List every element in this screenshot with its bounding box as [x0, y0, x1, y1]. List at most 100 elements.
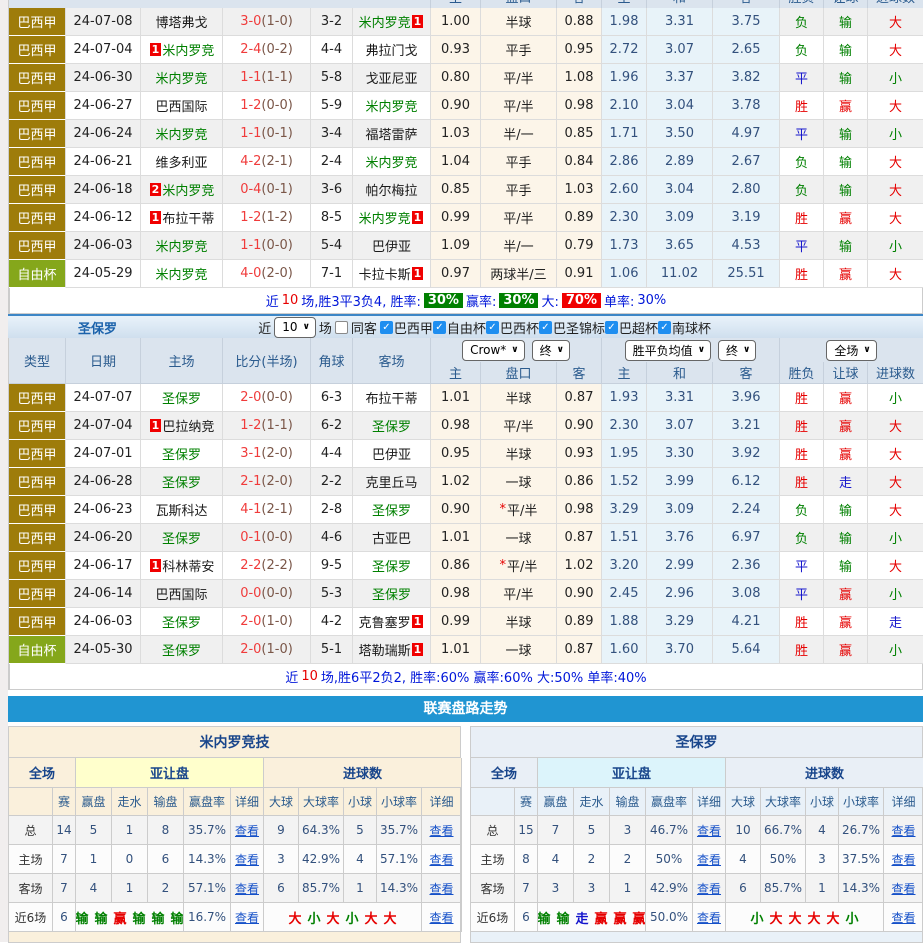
match-date: 24-06-12 — [66, 204, 141, 232]
league-type[interactable]: 巴西甲 — [9, 176, 66, 204]
stat-row: 客场 7 3 3 1 42.9% 查看 6 85.7% 1 14.3% 查看 — [471, 874, 923, 903]
team-name[interactable]: 圣保罗 — [162, 640, 201, 659]
team-name[interactable]: 弗拉门戈 — [365, 40, 417, 59]
team-name[interactable]: 巴拉纳竞 — [162, 416, 214, 435]
recent-count-select[interactable]: 10 ∨ — [274, 316, 316, 338]
team-name[interactable]: 布拉干蒂 — [162, 208, 214, 227]
detail-link[interactable]: 查看 — [891, 851, 915, 868]
final-odds-select-2[interactable]: 终 ∨ — [718, 339, 757, 361]
team-name[interactable]: 克鲁塞罗 — [359, 612, 411, 631]
detail-link[interactable]: 查看 — [697, 822, 721, 839]
detail-link[interactable]: 查看 — [235, 851, 259, 868]
team-name[interactable]: 巴西国际 — [155, 96, 207, 115]
team-name[interactable]: 科林蒂安 — [162, 556, 214, 575]
league-type[interactable]: 巴西甲 — [9, 496, 66, 524]
league-checkbox-checked[interactable]: ✓ — [538, 320, 552, 334]
team-name[interactable]: 圣保罗 — [162, 612, 201, 631]
team-name[interactable]: 塔勒瑞斯 — [359, 640, 411, 659]
team-name[interactable]: 米内罗竞 — [359, 12, 411, 31]
league-checkbox-checked[interactable]: ✓ — [485, 320, 499, 334]
league-type[interactable]: 巴西甲 — [9, 580, 66, 608]
team-name[interactable]: 福塔雷萨 — [365, 124, 417, 143]
detail-link[interactable]: 查看 — [891, 880, 915, 897]
stat-handicap-win-rate: 46.7% — [646, 816, 693, 845]
scope-select[interactable]: 全场 ∨ — [826, 339, 877, 361]
team-name[interactable]: 米内罗竞 — [155, 68, 207, 87]
league-type[interactable]: 巴西甲 — [9, 412, 66, 440]
team-name[interactable]: 米内罗竞 — [155, 124, 207, 143]
team-name[interactable]: 圣保罗 — [162, 444, 201, 463]
team-name[interactable]: 巴伊亚 — [372, 444, 411, 463]
company-select[interactable]: Crow* ∨ — [462, 339, 525, 361]
group-goals: 进球数 — [264, 758, 462, 788]
team-name[interactable]: 米内罗竞 — [155, 236, 207, 255]
team-name[interactable]: 戈亚尼亚 — [365, 68, 417, 87]
stat-handicap-win: 1 — [76, 845, 112, 874]
odds-home-win: 1.88 — [602, 608, 647, 636]
league-checkbox-checked[interactable]: ✓ — [379, 320, 393, 334]
average-odds-select[interactable]: 胜平负均值 ∨ — [624, 339, 711, 361]
detail-link[interactable]: 查看 — [235, 880, 259, 897]
team-name[interactable]: 圣保罗 — [162, 528, 201, 547]
league-type[interactable]: 巴西甲 — [9, 204, 66, 232]
team-name[interactable]: 米内罗竞 — [155, 264, 207, 283]
league-type[interactable]: 巴西甲 — [9, 64, 66, 92]
team-name[interactable]: 圣保罗 — [372, 500, 411, 519]
team-name[interactable]: 圣保罗 — [162, 472, 201, 491]
league-type[interactable]: 巴西甲 — [9, 440, 66, 468]
team-name[interactable]: 圣保罗 — [372, 556, 411, 575]
team-name[interactable]: 巴伊亚 — [372, 236, 411, 255]
detail-link[interactable]: 查看 — [697, 851, 721, 868]
league-type[interactable]: 自由杯 — [9, 636, 66, 664]
team-name[interactable]: 米内罗竞 — [365, 96, 417, 115]
detail-link[interactable]: 查看 — [429, 851, 453, 868]
team-name[interactable]: 博塔弗戈 — [155, 12, 207, 31]
match-date: 24-06-14 — [66, 580, 141, 608]
detail-link[interactable]: 查看 — [429, 909, 453, 926]
league-checkbox-label: 巴西杯 — [499, 321, 539, 337]
team-name[interactable]: 克里丘马 — [365, 472, 417, 491]
league-checkbox-checked[interactable]: ✓ — [604, 320, 618, 334]
team-name[interactable]: 维多利亚 — [155, 152, 207, 171]
team-name[interactable]: 帕尔梅拉 — [365, 180, 417, 199]
league-type[interactable]: 巴西甲 — [9, 148, 66, 176]
detail-link[interactable]: 查看 — [891, 822, 915, 839]
team-name[interactable]: 圣保罗 — [372, 584, 411, 603]
team-name[interactable]: 布拉干蒂 — [365, 388, 417, 407]
detail-link[interactable]: 查看 — [429, 822, 453, 839]
detail-link[interactable]: 查看 — [697, 880, 721, 897]
league-type[interactable]: 巴西甲 — [9, 384, 66, 412]
detail-link[interactable]: 查看 — [697, 909, 721, 926]
league-type[interactable]: 巴西甲 — [9, 552, 66, 580]
team-name[interactable]: 瓦斯科达 — [155, 500, 207, 519]
detail-link[interactable]: 查看 — [235, 909, 259, 926]
league-checkbox-checked[interactable]: ✓ — [432, 320, 446, 334]
odds-home-win: 3.20 — [602, 552, 647, 580]
detail-link[interactable]: 查看 — [429, 880, 453, 897]
league-checkbox-checked[interactable]: ✓ — [657, 320, 671, 334]
team-name[interactable]: 圣保罗 — [162, 388, 201, 407]
final-odds-select-1[interactable]: 终 ∨ — [531, 339, 570, 361]
league-type[interactable]: 巴西甲 — [9, 36, 66, 64]
league-type[interactable]: 巴西甲 — [9, 8, 66, 36]
league-type[interactable]: 巴西甲 — [9, 92, 66, 120]
team-name[interactable]: 卡拉卡斯 — [359, 264, 411, 283]
league-type[interactable]: 巴西甲 — [9, 468, 66, 496]
detail-link[interactable]: 查看 — [235, 822, 259, 839]
team-name[interactable]: 米内罗竞 — [162, 40, 214, 59]
match-result: 胜 — [780, 636, 824, 664]
detail-link[interactable]: 查看 — [891, 909, 915, 926]
league-type[interactable]: 巴西甲 — [9, 524, 66, 552]
team-name[interactable]: 米内罗竞 — [359, 208, 411, 227]
league-type[interactable]: 自由杯 — [9, 260, 66, 288]
team-name[interactable]: 巴西国际 — [155, 584, 207, 603]
league-type[interactable]: 巴西甲 — [9, 608, 66, 636]
stat-handicap-win-rate: 42.9% — [646, 874, 693, 903]
league-type[interactable]: 巴西甲 — [9, 120, 66, 148]
league-type[interactable]: 巴西甲 — [9, 232, 66, 260]
team-name[interactable]: 米内罗竞 — [162, 180, 214, 199]
same-away-checkbox[interactable] — [334, 320, 348, 334]
team-name[interactable]: 米内罗竞 — [365, 152, 417, 171]
team-name[interactable]: 古亚巴 — [372, 528, 411, 547]
team-name[interactable]: 圣保罗 — [372, 416, 411, 435]
